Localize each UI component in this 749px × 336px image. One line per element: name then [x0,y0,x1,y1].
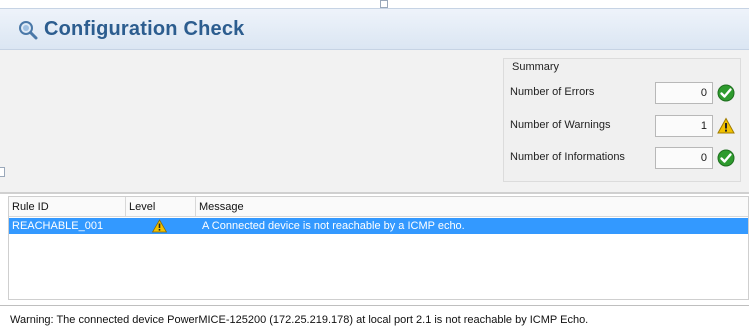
warnings-count-field: 1 [655,115,713,137]
errors-count-field: 0 [655,82,713,104]
resize-handle-left[interactable] [0,167,5,177]
summary-label: Number of Warnings [510,119,611,131]
column-header-rule-id[interactable]: Rule ID [9,197,126,217]
check-icon [717,149,735,167]
warning-icon [152,219,167,233]
column-header-message[interactable]: Message [196,197,748,217]
cell-rule-id: REACHABLE_001 [12,220,104,232]
summary-label: Number of Errors [510,86,595,98]
check-icon [717,84,735,102]
splitter[interactable] [0,192,749,194]
config-check-icon [19,21,38,40]
configuration-check-window: Configuration Check Summary Number of Er… [0,0,749,336]
summary-panel: Summary Number of Errors 0 Number of War… [503,58,741,182]
cell-message: A Connected device is not reachable by a… [202,220,465,232]
table-row[interactable]: REACHABLE_001 A Connected device is not … [9,218,748,234]
summary-row-errors: Number of Errors 0 [510,81,736,105]
header-bar: Configuration Check [0,8,749,50]
resize-handle-top[interactable] [380,0,388,8]
informations-count-field: 0 [655,147,713,169]
summary-row-warnings: Number of Warnings 1 [510,114,736,138]
summary-label: Number of Informations [510,151,625,163]
status-bar: Warning: The connected device PowerMICE-… [0,305,749,336]
warning-icon [717,117,735,134]
summary-row-informations: Number of Informations 0 [510,146,736,170]
summary-title: Summary [512,61,560,73]
page-title: Configuration Check [44,18,245,40]
results-table: Rule ID Level Message REACHABLE_001 A Co… [8,196,749,300]
status-text: Warning: The connected device PowerMICE-… [10,314,589,326]
table-header: Rule ID Level Message [9,197,748,217]
column-header-level[interactable]: Level [126,197,196,217]
